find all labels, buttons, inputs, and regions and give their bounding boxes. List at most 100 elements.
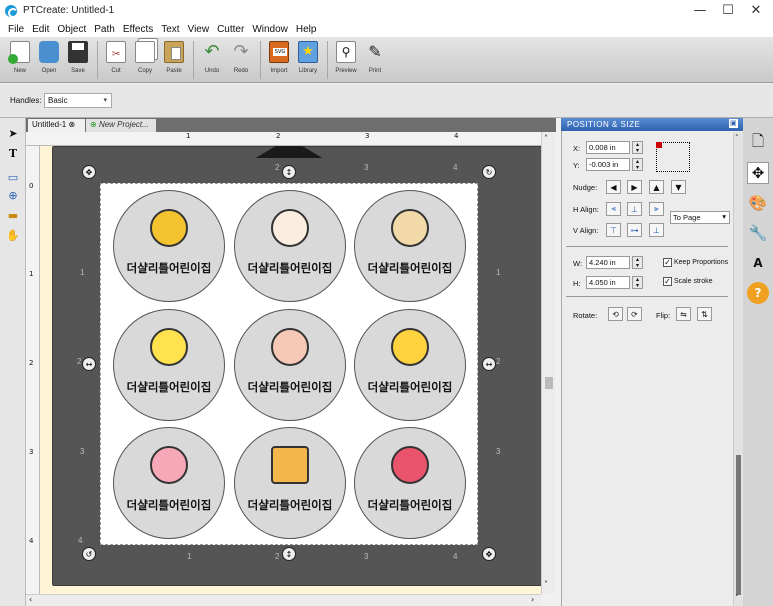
preview-button[interactable]: ⚲ Preview [334, 37, 358, 81]
resize-corner-handle-icon[interactable]: ✥ [482, 547, 496, 561]
scale-stroke-checkbox[interactable]: ✓ [663, 277, 672, 286]
sticker-bow[interactable]: 더샬리틀어린이집 [354, 427, 466, 539]
paste-button[interactable]: Paste [162, 37, 186, 81]
zoom-tool-icon[interactable]: ⊕ [5, 188, 21, 202]
align-to-select[interactable]: To Page ▾ [670, 211, 730, 224]
height-field[interactable]: 4.050 in [586, 276, 630, 289]
tab-new-project[interactable]: ⊕ New Project... [86, 119, 156, 132]
scroll-down-icon[interactable]: ˅ [735, 594, 739, 602]
x-spinner-icon[interactable]: ▴ ▾ [632, 141, 643, 154]
scroll-down-icon[interactable]: ˅ [544, 580, 548, 589]
redo-button[interactable]: ↷ Redo [229, 37, 253, 81]
menu-view[interactable]: View [184, 24, 214, 35]
menu-path[interactable]: Path [90, 24, 119, 35]
copy-button[interactable]: Copy [133, 37, 157, 81]
scroll-up-icon[interactable]: ˄ [735, 134, 739, 142]
align-right-icon[interactable]: ⫸ [649, 202, 664, 216]
nudge-up-icon[interactable]: ▲ [649, 180, 664, 194]
sticker-sun-cloud[interactable]: 더샬리틀어린이집 [354, 309, 466, 421]
keep-proportions-checkbox[interactable]: ✓ [663, 258, 672, 267]
panel-menu-icon[interactable]: ▣ [729, 119, 738, 128]
align-center-h-icon[interactable]: ⊥ [627, 202, 642, 216]
ruler-tool-icon[interactable]: ▬ [5, 208, 21, 222]
import-svg-icon: SVG [269, 41, 289, 63]
panel-scroll-thumb[interactable] [736, 455, 741, 595]
resize-top-handle-icon[interactable]: ↕ [282, 165, 296, 179]
align-top-icon[interactable]: ⊤ [606, 223, 621, 237]
menu-file[interactable]: File [4, 24, 28, 35]
cut-button[interactable]: ✂ Cut [104, 37, 128, 81]
rotate-handle-bottom-left-icon[interactable]: ↺ [82, 547, 96, 561]
title-bar: PTCreate: Untitled-1 — ☐ ✕ [0, 0, 773, 21]
close-tab-icon[interactable]: ⊗ [68, 120, 75, 129]
nudge-right-icon[interactable]: ▶ [627, 180, 642, 194]
open-button[interactable]: Open [37, 37, 61, 81]
shape-tool-icon[interactable]: ▭ [5, 170, 21, 184]
sticker-crown[interactable]: 더샬리틀어린이집 [234, 427, 346, 539]
panel-scrollbar[interactable]: ˄ ˅ [733, 132, 743, 606]
print-button[interactable]: ✎ Print [363, 37, 387, 81]
nudge-left-icon[interactable]: ◀ [606, 180, 621, 194]
width-field[interactable]: 4.240 in [586, 256, 630, 269]
y-position-field[interactable]: -0.003 in [586, 158, 630, 171]
nudge-down-icon[interactable]: ▼ [671, 180, 686, 194]
canvas-vertical-scrollbar[interactable]: ˄ ˅ [541, 132, 555, 594]
sticker-bee[interactable]: 더샬리틀어린이집 [113, 190, 225, 302]
menu-text[interactable]: Text [157, 24, 183, 35]
copy-icon [135, 41, 155, 63]
y-spinner-icon[interactable]: ▴ ▾ [632, 158, 643, 171]
wrench-icon[interactable]: 🔧 [747, 222, 769, 244]
align-left-icon[interactable]: ⫷ [606, 202, 621, 216]
resize-bottom-handle-icon[interactable]: ↕ [282, 547, 296, 561]
handles-label: Handles: [10, 96, 42, 105]
menu-cutter[interactable]: Cutter [213, 24, 248, 35]
reference-point-grid[interactable] [656, 142, 690, 172]
menu-window[interactable]: Window [248, 24, 292, 35]
handles-select[interactable]: Basic ▾ [44, 93, 112, 108]
rotate-right-icon[interactable]: ⟳ [627, 307, 642, 321]
sticker-sheep[interactable]: 더샬리틀어린이집 [354, 190, 466, 302]
rotate-left-icon[interactable]: ⟲ [608, 307, 623, 321]
library-button[interactable]: ★ Library [296, 37, 320, 81]
width-spinner-icon[interactable]: ▴ ▾ [632, 256, 643, 269]
rotate-handle-icon[interactable]: ↻ [482, 165, 496, 179]
chick-icon [150, 328, 188, 366]
resize-right-handle-icon[interactable]: ↔ [482, 357, 496, 371]
move-handle-icon[interactable]: ✥ [82, 165, 96, 179]
sticker-pig[interactable]: 더샬리틀어린이집 [113, 427, 225, 539]
align-middle-v-icon[interactable]: ⊶ [627, 223, 642, 237]
sticker-cow[interactable]: 더샬리틀어린이집 [234, 309, 346, 421]
flip-horizontal-icon[interactable]: ⇋ [676, 307, 691, 321]
scroll-up-icon[interactable]: ˄ [544, 134, 548, 143]
help-icon[interactable]: ? [747, 282, 769, 304]
select-arrow-icon[interactable]: ➤ [5, 126, 21, 140]
save-button[interactable]: Save [66, 37, 90, 81]
document-page-icon[interactable]: 🗋 [747, 132, 769, 154]
close-button[interactable]: ✕ [739, 0, 773, 21]
tab-untitled-1[interactable]: Untitled-1 ⊗ [28, 119, 85, 132]
color-palette-icon[interactable]: 🎨 [747, 192, 769, 214]
resize-left-handle-icon[interactable]: ↔ [82, 357, 96, 371]
menu-object[interactable]: Object [53, 24, 90, 35]
undo-button[interactable]: ↶ Undo [200, 37, 224, 81]
text-style-icon[interactable]: A [747, 252, 769, 274]
x-position-field[interactable]: 0.008 in [586, 141, 630, 154]
import-button[interactable]: SVG Import [267, 37, 291, 81]
menu-edit[interactable]: Edit [28, 24, 53, 35]
align-bottom-icon[interactable]: ⊥ [649, 223, 664, 237]
position-move-icon[interactable]: ✥ [747, 162, 769, 184]
flip-vertical-icon[interactable]: ⇅ [697, 307, 712, 321]
scroll-left-icon[interactable]: ‹ [29, 595, 32, 604]
sticker-rabbit[interactable]: 더샬리틀어린이집 [234, 190, 346, 302]
main-toolbar: New Open Save ✂ Cut Copy Paste ↶ Undo ↷ Red… [0, 37, 773, 83]
height-spinner-icon[interactable]: ▴ ▾ [632, 276, 643, 289]
pan-hand-icon[interactable]: ✋ [5, 228, 21, 242]
scroll-thumb[interactable] [545, 377, 553, 389]
text-tool-icon[interactable]: T [5, 146, 21, 160]
menu-effects[interactable]: Effects [119, 24, 157, 35]
canvas-horizontal-scrollbar[interactable]: ‹ › [26, 594, 541, 606]
menu-help[interactable]: Help [292, 24, 321, 35]
scroll-right-icon[interactable]: › [531, 595, 534, 604]
sticker-chick[interactable]: 더샬리틀어린이집 [113, 309, 225, 421]
new-button[interactable]: New [8, 37, 32, 81]
